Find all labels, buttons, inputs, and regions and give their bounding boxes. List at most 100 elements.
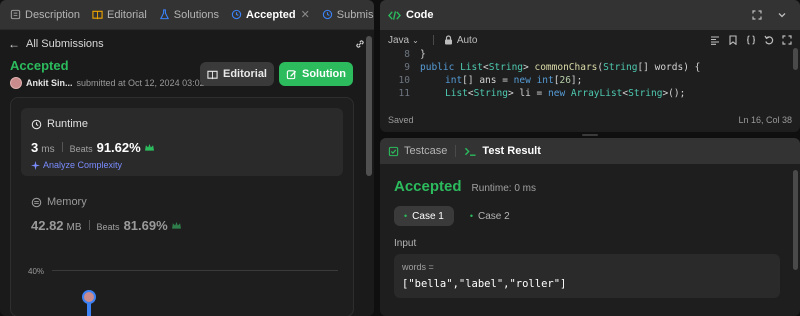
- link-icon[interactable]: [354, 38, 366, 50]
- line-number: 9: [404, 62, 410, 73]
- input-label: Input: [394, 238, 417, 249]
- divider: [61, 142, 63, 152]
- runtime-beats-label: Beats: [69, 144, 93, 154]
- code-status-bar: Saved Ln 16, Col 38: [380, 112, 800, 128]
- runtime-card[interactable]: Runtime 3 ms Beats 91.62% Analyze Comple…: [21, 108, 343, 176]
- auto-format-toggle[interactable]: Auto: [444, 34, 478, 46]
- language-select[interactable]: Java ⌄: [388, 35, 419, 46]
- result-summary: Accepted Runtime: 0 ms: [394, 178, 536, 195]
- editor-actions: [710, 35, 792, 45]
- arrow-left-icon[interactable]: ←: [8, 37, 20, 51]
- code-header: Code: [380, 0, 800, 30]
- terminal-icon: [465, 147, 476, 156]
- code-header-actions: [752, 10, 792, 20]
- code-editor[interactable]: 8 } 9 public List<String> commonChars(St…: [380, 48, 800, 106]
- author-name[interactable]: Ankit Sin...: [26, 78, 73, 88]
- splitter-grip[interactable]: [582, 134, 598, 136]
- tab-test-result[interactable]: Test Result: [464, 145, 541, 157]
- edit-icon: [286, 69, 297, 79]
- scroll-thumb[interactable]: [366, 36, 372, 176]
- case-label: Case 1: [412, 210, 444, 222]
- submission-summary: Accepted Ankit Sin... submitted at Oct 1…: [10, 58, 205, 89]
- history-icon: [231, 9, 242, 20]
- tab-accepted-label: Accepted: [246, 8, 296, 21]
- user-position-marker[interactable]: [82, 288, 96, 316]
- param-name: words =: [402, 262, 434, 272]
- tab-editorial[interactable]: Editorial: [86, 0, 153, 30]
- close-icon[interactable]: ✕: [301, 8, 310, 21]
- code-title: Code: [406, 9, 434, 21]
- editorial-button-label: Editorial: [222, 68, 267, 80]
- runtime-value-row: 3 ms Beats 91.62%: [31, 140, 155, 155]
- author-line: Ankit Sin... submitted at Oct 12, 2024 0…: [10, 77, 205, 89]
- code-scrollbar[interactable]: [793, 48, 798, 108]
- tab-editorial-label: Editorial: [107, 8, 147, 21]
- memory-unit: MB: [66, 222, 82, 233]
- memory-value-row[interactable]: 42.82 MB Beats 81.69%: [31, 218, 182, 233]
- all-submissions-bar[interactable]: ← All Submissions: [0, 34, 374, 54]
- divider: [455, 145, 457, 157]
- reset-icon[interactable]: [764, 35, 774, 45]
- result-status: Accepted: [394, 178, 462, 195]
- code-line: 9 public List<String> commonChars(String…: [380, 61, 800, 74]
- bookmark-icon[interactable]: [728, 35, 738, 45]
- crown-icon: [171, 221, 181, 229]
- line-number: 8: [404, 49, 410, 60]
- all-submissions-label: All Submissions: [26, 38, 104, 50]
- code-toolbar: Java ⌄ Auto: [380, 32, 800, 48]
- cursor-position: Ln 16, Col 38: [738, 115, 792, 125]
- chevron-down-icon: ⌄: [412, 35, 419, 45]
- code-panel: Code Java ⌄ Auto 8 } 9 public List<String…: [380, 0, 800, 132]
- input-box: words = ["bella","label","roller"]: [394, 254, 780, 298]
- solution-button[interactable]: Solution: [279, 62, 353, 86]
- save-status: Saved: [388, 115, 414, 125]
- memory-value: 42.82: [31, 218, 64, 233]
- code-text: public List<String> commonChars(String[]…: [420, 62, 701, 73]
- tab-testcase-label: Testcase: [404, 145, 448, 157]
- code-line: 10 int[] ans = new int[26];: [380, 74, 800, 87]
- code-text: List<String> li = new ArrayList<String>(…: [445, 88, 686, 99]
- tab-submissions-label: Submissions: [336, 8, 374, 21]
- avatar[interactable]: [10, 77, 22, 89]
- case-label: Case 2: [478, 210, 510, 222]
- format-icon[interactable]: [710, 35, 720, 45]
- editorial-button[interactable]: Editorial: [200, 62, 274, 86]
- case-tab-1[interactable]: • Case 1: [394, 206, 454, 226]
- line-number: 11: [398, 88, 410, 99]
- tab-solutions[interactable]: Solutions: [153, 0, 225, 30]
- tab-solutions-label: Solutions: [173, 8, 220, 21]
- braces-icon[interactable]: [746, 35, 756, 45]
- auto-label: Auto: [456, 34, 478, 46]
- left-scrollbar[interactable]: [366, 30, 372, 316]
- pass-dot-icon: •: [404, 211, 408, 221]
- description-icon: [10, 9, 21, 20]
- tab-submissions[interactable]: Submissions: [316, 0, 374, 30]
- memory-title-label: Memory: [47, 196, 87, 208]
- maximize-icon[interactable]: [752, 10, 762, 20]
- tab-description-label: Description: [25, 8, 81, 21]
- chevron-down-icon[interactable]: [777, 10, 787, 20]
- tab-testcase[interactable]: Testcase: [388, 145, 447, 157]
- tab-description[interactable]: Description: [4, 0, 86, 30]
- crown-icon: [144, 143, 154, 151]
- memory-title[interactable]: Memory: [31, 196, 87, 208]
- code-text: int[] ans = new int[26];: [445, 75, 583, 86]
- clock-icon: [31, 119, 42, 129]
- runtime-title: Runtime: [31, 118, 88, 130]
- submitted-at: submitted at Oct 12, 2024 03:02: [76, 78, 205, 88]
- analyze-complexity-link[interactable]: Analyze Complexity: [31, 160, 122, 170]
- left-tab-bar: Description Editorial Solutions Accepted…: [0, 0, 374, 30]
- analyze-complexity-label: Analyze Complexity: [43, 160, 123, 170]
- solution-button-label: Solution: [302, 68, 346, 80]
- tab-accepted[interactable]: Accepted ✕: [225, 0, 316, 30]
- fullscreen-icon[interactable]: [782, 35, 792, 45]
- memory-beats-value: 81.69%: [123, 218, 168, 233]
- runtime-unit: ms: [41, 144, 55, 155]
- lock-icon: [444, 35, 452, 45]
- divider: [88, 220, 90, 230]
- performance-stats: Runtime 3 ms Beats 91.62% Analyze Comple…: [10, 97, 354, 316]
- scroll-thumb[interactable]: [793, 170, 798, 270]
- scroll-thumb[interactable]: [793, 48, 798, 70]
- test-scrollbar[interactable]: [793, 170, 798, 310]
- case-tab-2[interactable]: • Case 2: [460, 206, 520, 226]
